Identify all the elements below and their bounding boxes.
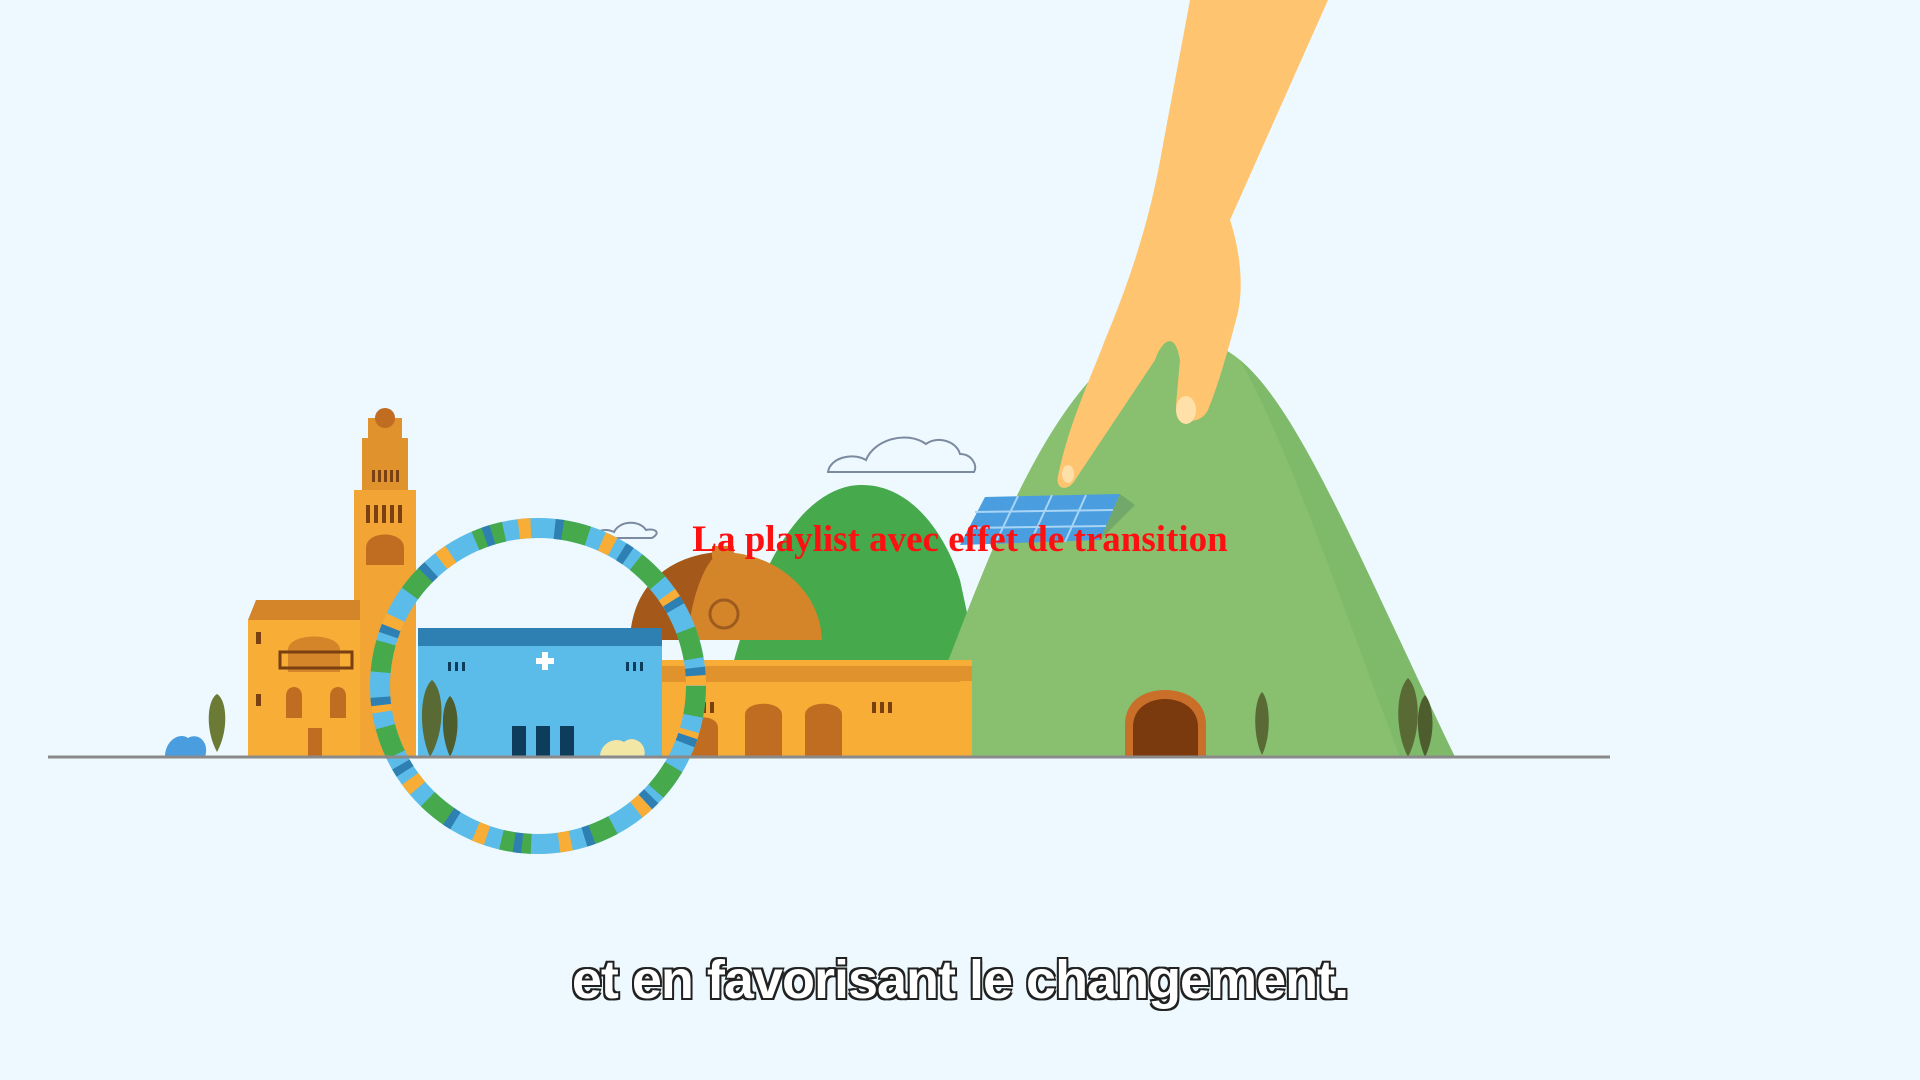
video-subtitle: et en favorisant le changement. [571,949,1350,1011]
video-frame[interactable]: La playlist avec effet de transition et … [0,0,1920,1080]
hand [1057,0,1328,488]
cloud-large [826,436,977,473]
blue-hospital-building [418,628,662,757]
playlist-overlay-title: La playlist avec effet de transition [692,519,1228,560]
tunnel [1125,690,1206,757]
cypress-tree-left [165,694,226,757]
